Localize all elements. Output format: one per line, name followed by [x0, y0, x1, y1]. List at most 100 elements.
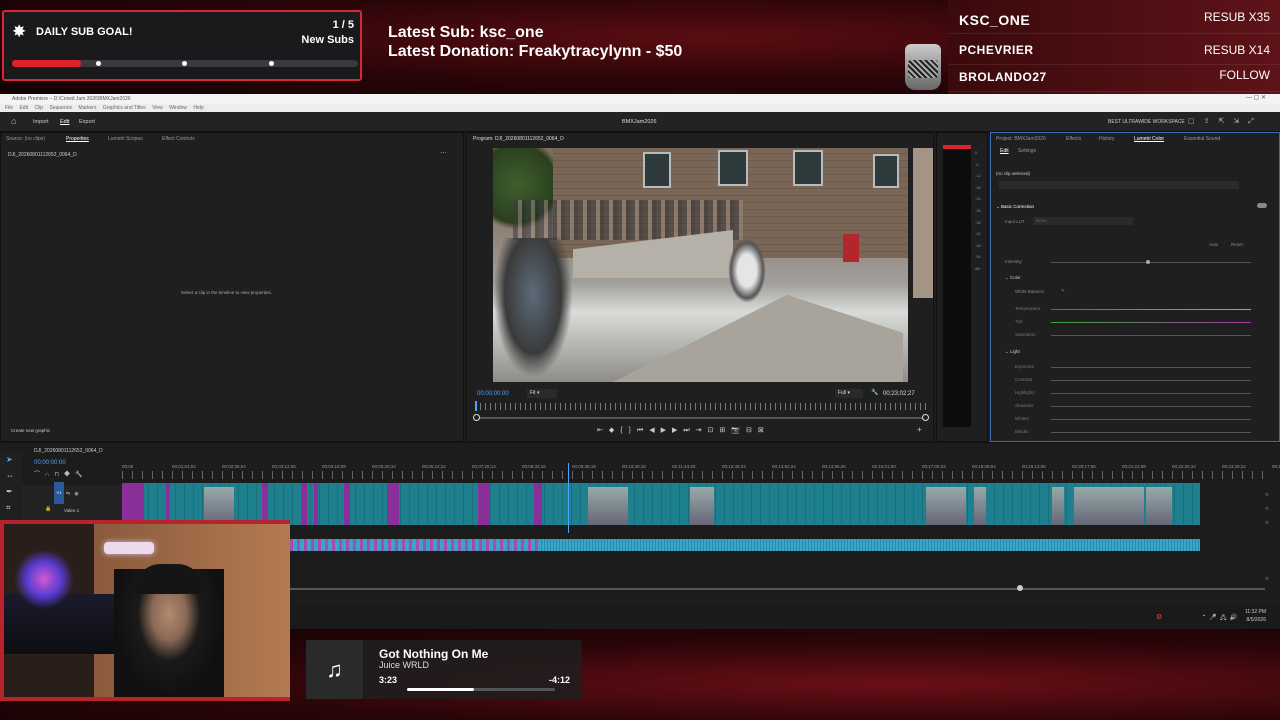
- clip-thumbnail[interactable]: [1052, 487, 1064, 525]
- scroll-handle-left[interactable]: [473, 414, 480, 421]
- tab-lumetri-color[interactable]: Lumetri Color: [1134, 136, 1164, 142]
- tab-essential-sound[interactable]: Essential Sound: [1184, 136, 1220, 142]
- highlights-slider[interactable]: [1051, 393, 1251, 394]
- light-section-header[interactable]: ⌄ Light: [1005, 349, 1020, 355]
- transport-controls[interactable]: ⇤◆{}⏮◀▶▶⏭⇥⊡⊞📷⊟⊠: [597, 426, 770, 435]
- horizontal-scrollbar[interactable]: [290, 588, 1265, 590]
- meter-tick: -30: [975, 207, 981, 213]
- app-tray-icon[interactable]: ⚙: [1156, 613, 1162, 621]
- menu-view[interactable]: View: [152, 105, 163, 111]
- menu-clip[interactable]: Clip: [34, 105, 43, 111]
- subtab-edit[interactable]: Edit: [1000, 148, 1009, 154]
- menu-sequence[interactable]: Sequence: [49, 105, 72, 111]
- create-graphic-button[interactable]: Create new graphic: [11, 428, 50, 433]
- home-icon[interactable]: ⌂: [11, 116, 16, 126]
- clip-thumbnail[interactable]: [974, 487, 986, 525]
- slider-label: Temperature: [1015, 306, 1041, 311]
- workspace-selector[interactable]: BEST ULTRAWIDE WORKSPACE: [1108, 119, 1185, 125]
- razor-tool-icon[interactable]: ⌗: [6, 503, 11, 513]
- menu-help[interactable]: Help: [193, 105, 203, 111]
- sub-goal-title: DAILY SUB GOAL!: [36, 26, 133, 38]
- tab-project[interactable]: Project: BMXJam2026: [996, 136, 1046, 142]
- track-select-icon[interactable]: ⇔: [6, 471, 14, 480]
- tab-effect-controls[interactable]: Effect Controls: [162, 136, 195, 142]
- shadows-slider[interactable]: [1051, 406, 1251, 407]
- clip[interactable]: [166, 483, 170, 525]
- program-playhead[interactable]: [475, 401, 477, 411]
- exposure-slider[interactable]: [1051, 367, 1251, 368]
- add-button-icon[interactable]: +: [917, 425, 922, 434]
- tab-export[interactable]: Export: [79, 119, 95, 125]
- basic-correction-header[interactable]: ⌄ Basic Correction: [996, 204, 1034, 210]
- clip[interactable]: [262, 483, 268, 525]
- clip[interactable]: [314, 483, 318, 525]
- subscriber-tag: RESUB X35: [1203, 10, 1270, 24]
- subtab-settings[interactable]: Settings: [1018, 148, 1036, 154]
- timeline-timecode[interactable]: 00;00;00;00: [34, 460, 66, 466]
- clip[interactable]: [478, 483, 490, 525]
- lut-select[interactable]: None: [1033, 217, 1133, 225]
- lock-icon[interactable]: 🔒: [45, 506, 51, 512]
- whites-slider[interactable]: [1051, 419, 1251, 420]
- panel-menu-icon[interactable]: ⋯: [440, 149, 447, 157]
- timeline-playhead[interactable]: [568, 463, 569, 533]
- reset-button[interactable]: Reset: [1231, 242, 1243, 247]
- color-section-header[interactable]: ⌄ Color: [1005, 275, 1021, 281]
- selection-tool-icon[interactable]: ➤: [6, 455, 13, 464]
- tab-edit[interactable]: Edit: [60, 119, 69, 125]
- video-track[interactable]: [122, 483, 1200, 525]
- zoom-select[interactable]: Fit ▾: [527, 389, 557, 398]
- intensity-slider[interactable]: [1051, 262, 1251, 263]
- tab-effects[interactable]: Effects: [1066, 136, 1081, 142]
- resolution-select[interactable]: Full ▾: [835, 389, 863, 398]
- timeline-ruler[interactable]: [122, 471, 1270, 479]
- scroll-handle-right[interactable]: [922, 414, 929, 421]
- scroll-track[interactable]: [475, 417, 927, 419]
- menu-graphics[interactable]: Graphics and Titles: [103, 105, 146, 111]
- slider-knob[interactable]: [1146, 260, 1150, 264]
- auto-button[interactable]: Auto: [1209, 242, 1218, 247]
- clip-thumbnail[interactable]: [1074, 487, 1144, 525]
- eyedropper-icon[interactable]: ✎: [1061, 288, 1065, 294]
- program-title: Program: DJI_20260801112652_0064_D: [473, 136, 564, 142]
- clip[interactable]: [302, 483, 307, 525]
- tab-lumetri-scopes[interactable]: Lumetri Scopes: [108, 136, 143, 142]
- toolbar-icons[interactable]: ▢⇪⇱⇲⤢: [1188, 117, 1263, 126]
- tint-slider[interactable]: [1051, 322, 1251, 323]
- saturation-slider[interactable]: [1051, 335, 1251, 336]
- contrast-slider[interactable]: [1051, 380, 1251, 381]
- menu-edit[interactable]: Edit: [19, 105, 28, 111]
- window-controls[interactable]: — ▢ ✕: [1246, 94, 1266, 101]
- sequence-tab[interactable]: DJI_20260801112652_0064_D: [34, 448, 103, 454]
- clip[interactable]: [534, 483, 542, 525]
- wrench-icon[interactable]: 🔧: [871, 389, 878, 396]
- timeline-tool-icons[interactable]: ⌒∩⊓◆🔧: [34, 469, 87, 478]
- system-tray[interactable]: ⌃🎤🖧🔊: [1201, 613, 1240, 623]
- tab-history[interactable]: History: [1099, 136, 1115, 142]
- clock[interactable]: 11:32 PM 8/5/2026: [1245, 608, 1266, 624]
- clip-thumbnail[interactable]: [926, 487, 966, 525]
- pen-tool-icon[interactable]: ✒: [6, 487, 13, 496]
- clip[interactable]: [387, 483, 399, 525]
- tab-import[interactable]: Import: [33, 119, 49, 125]
- track-toggle-icons[interactable]: ⇆◉: [66, 491, 83, 497]
- blacks-slider[interactable]: [1051, 432, 1251, 433]
- track-target-v1[interactable]: V1: [54, 482, 64, 504]
- temperature-slider[interactable]: [1051, 309, 1251, 310]
- clip[interactable]: [122, 483, 144, 525]
- clip-thumbnail[interactable]: [588, 487, 628, 525]
- tab-properties[interactable]: Properties: [66, 136, 89, 142]
- menu-file[interactable]: File: [5, 105, 13, 111]
- vertical-scroll-handles[interactable]: ○ ○ ○ ○: [1265, 488, 1269, 586]
- clip-thumbnail[interactable]: [1146, 487, 1172, 525]
- program-ruler[interactable]: [475, 403, 927, 410]
- clip-select[interactable]: [999, 181, 1239, 189]
- menu-markers[interactable]: Markers: [78, 105, 96, 111]
- tab-source[interactable]: Source: (no clips): [6, 136, 45, 142]
- horizontal-scroll-knob[interactable]: [1017, 585, 1023, 591]
- menu-window[interactable]: Window: [169, 105, 187, 111]
- clip-thumbnail[interactable]: [690, 487, 714, 525]
- toggle-switch[interactable]: [1257, 203, 1267, 208]
- playhead-timecode[interactable]: 00;00;00;00: [477, 391, 509, 397]
- clip[interactable]: [344, 483, 350, 525]
